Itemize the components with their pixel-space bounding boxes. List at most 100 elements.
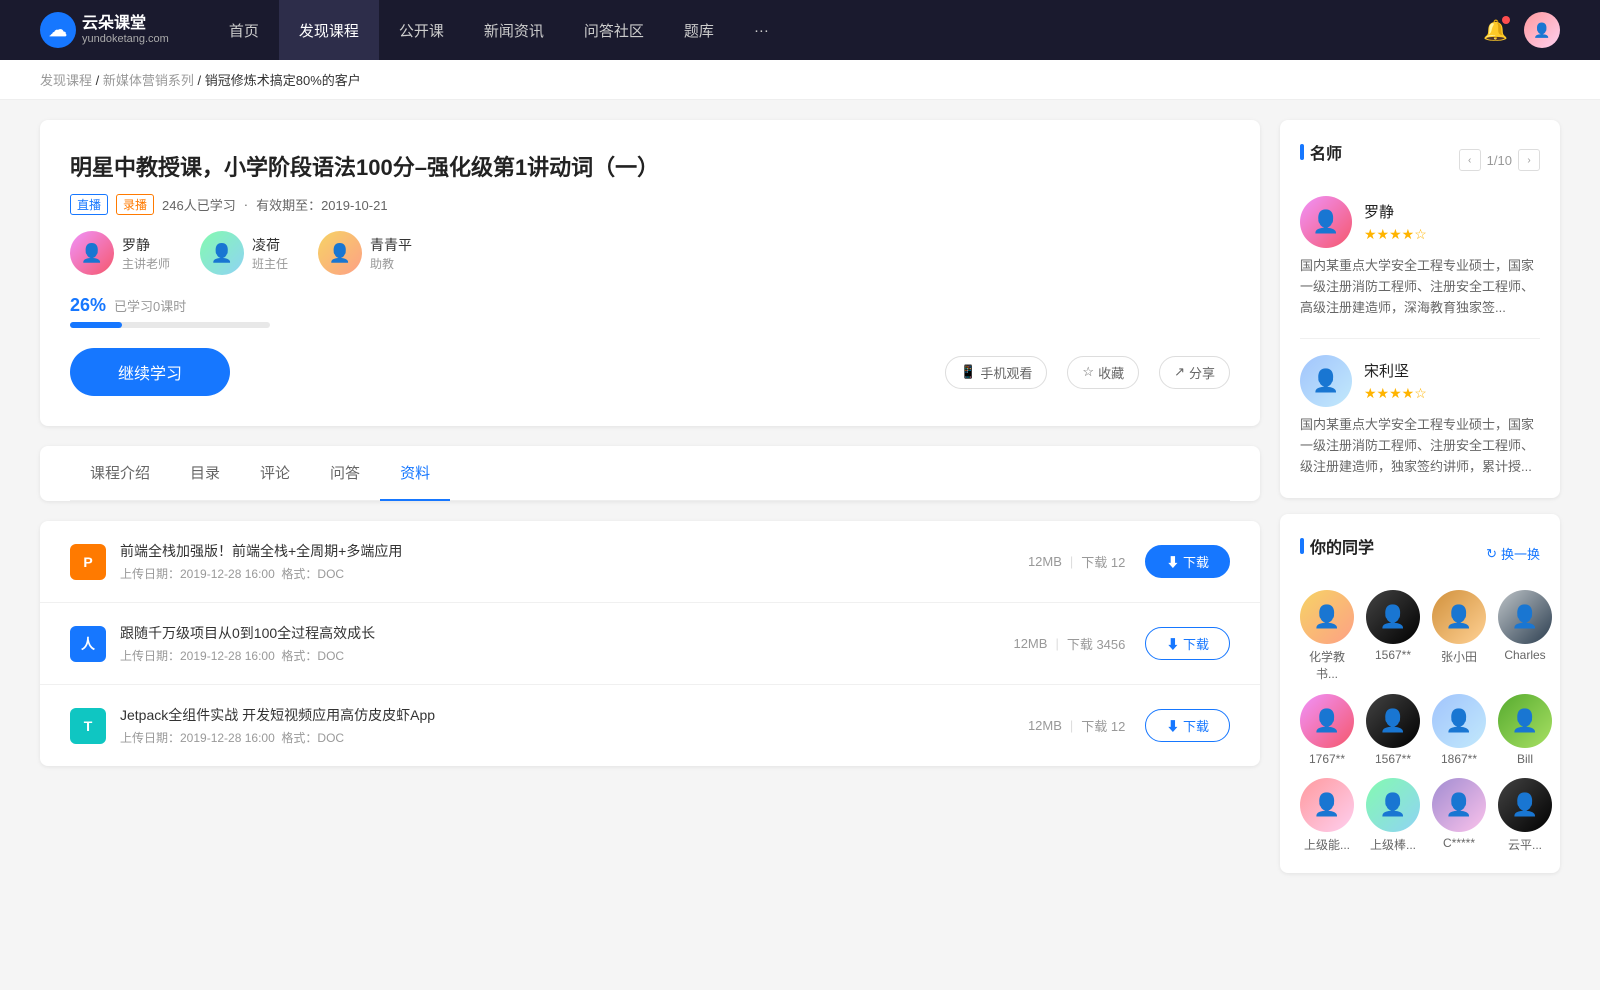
classmate-name: 1567** xyxy=(1375,648,1411,662)
teachers-list: 👤 罗静 ★★★★☆ 国内某重点大学安全工程专业硕士，国家一级注册消防工程师、注… xyxy=(1300,196,1540,478)
resource-icon: T xyxy=(70,708,106,744)
classmate-item[interactable]: 👤 C***** xyxy=(1432,778,1486,853)
prev-teacher-button[interactable]: ‹ xyxy=(1459,149,1481,171)
teacher-desc: 国内某重点大学安全工程专业硕士，国家一级注册消防工程师、注册安全工程师、高级注册… xyxy=(1300,256,1540,318)
resource-downloads: 下载 12 xyxy=(1081,716,1125,735)
share-icon: ↗ xyxy=(1174,364,1185,380)
teacher-item: 👤 罗静 ★★★★☆ 国内某重点大学安全工程专业硕士，国家一级注册消防工程师、注… xyxy=(1300,196,1540,318)
classmate-item[interactable]: 👤 1867** xyxy=(1432,694,1486,766)
teacher-info: 罗静 ★★★★☆ xyxy=(1364,201,1427,243)
logo-text: 云朵课堂 yundoketang.com xyxy=(82,14,169,46)
classmate-item[interactable]: 👤 上级棒... xyxy=(1366,778,1420,853)
course-title: 明星中教授课，小学阶段语法100分–强化级第1讲动词（一） xyxy=(70,150,1230,182)
logo[interactable]: ☁ 云朵课堂 yundoketang.com xyxy=(40,12,169,48)
resource-item: 人 跟随千万级项目从0到100全过程高效成长 上传日期：2019-12-28 1… xyxy=(40,603,1260,685)
resource-separator: | xyxy=(1070,718,1073,733)
nav-item-0[interactable]: 首页 xyxy=(209,0,279,60)
nav-item-5[interactable]: 题库 xyxy=(664,0,734,60)
resource-meta: 上传日期：2019-12-28 16:00 格式：DOC xyxy=(120,565,1028,582)
download-button[interactable]: ⬇ 下载 xyxy=(1145,709,1230,742)
right-panel: 名师 ‹ 1/10 › 👤 罗静 ★★★★☆ 国内某重点大学安全工程专业硕士，国… xyxy=(1280,120,1560,889)
download-button[interactable]: ⬇ 下载 xyxy=(1145,545,1230,578)
switch-classmates-button[interactable]: ↻ 换一换 xyxy=(1486,544,1540,563)
resource-stats: 12MB | 下载 3456 xyxy=(1013,634,1125,653)
resource-icon: 人 xyxy=(70,626,106,662)
header-right: 🔔 👤 xyxy=(1483,12,1560,48)
tab-课程介绍[interactable]: 课程介绍 xyxy=(70,446,170,501)
teacher-header: 👤 罗静 ★★★★☆ xyxy=(1300,196,1540,248)
action-icons: 📱 手机观看 ☆ 收藏 ↗ 分享 xyxy=(945,356,1230,389)
classmate-item[interactable]: 👤 1567** xyxy=(1366,590,1420,682)
resource-separator: | xyxy=(1055,636,1058,651)
resource-info: 前端全栈加强版！前端全栈+全周期+多端应用 上传日期：2019-12-28 16… xyxy=(120,541,1028,582)
phone-icon: 📱 xyxy=(960,364,976,380)
phone-watch-button[interactable]: 📱 手机观看 xyxy=(945,356,1047,389)
classmate-item[interactable]: 👤 张小田 xyxy=(1432,590,1486,682)
action-row: 继续学习 📱 手机观看 ☆ 收藏 ↗ 分享 xyxy=(70,348,1230,396)
continue-learning-button[interactable]: 继续学习 xyxy=(70,348,230,396)
classmate-name: Charles xyxy=(1504,648,1545,662)
instructor-role: 班主任 xyxy=(252,255,288,272)
resource-separator: | xyxy=(1070,554,1073,569)
resource-name: 前端全栈加强版！前端全栈+全周期+多端应用 xyxy=(120,541,1028,561)
tab-评论[interactable]: 评论 xyxy=(240,446,310,501)
star-icon: ☆ xyxy=(1082,364,1094,380)
course-learners: 246人已学习 xyxy=(162,195,236,214)
teacher-avatar: 👤 xyxy=(1300,355,1352,407)
nav-item-1[interactable]: 发现课程 xyxy=(279,0,379,60)
instructor-name: 罗静 xyxy=(122,235,170,255)
main-nav: 首页发现课程公开课新闻资讯问答社区题库··· xyxy=(209,0,1483,60)
resource-size: 12MB xyxy=(1028,718,1062,733)
resource-name: Jetpack全组件实战 开发短视频应用高仿皮皮虾App xyxy=(120,705,1028,725)
resource-name: 跟随千万级项目从0到100全过程高效成长 xyxy=(120,623,1013,643)
classmate-avatar: 👤 xyxy=(1366,694,1420,748)
instructor-name: 凌荷 xyxy=(252,235,288,255)
tab-资料[interactable]: 资料 xyxy=(380,446,450,501)
teachers-header: 名师 ‹ 1/10 › xyxy=(1300,140,1540,180)
notification-bell[interactable]: 🔔 xyxy=(1483,18,1508,43)
classmate-item[interactable]: 👤 上级能... xyxy=(1300,778,1354,853)
tab-目录[interactable]: 目录 xyxy=(170,446,240,501)
breadcrumb-link-1[interactable]: 发现课程 xyxy=(40,73,92,88)
instructor-role: 助教 xyxy=(370,255,412,272)
nav-item-3[interactable]: 新闻资讯 xyxy=(464,0,564,60)
resource-item: T Jetpack全组件实战 开发短视频应用高仿皮皮虾App 上传日期：2019… xyxy=(40,685,1260,766)
download-button[interactable]: ⬇ 下载 xyxy=(1145,627,1230,660)
classmate-name: 上级能... xyxy=(1304,836,1350,853)
resource-downloads: 下载 3456 xyxy=(1067,634,1126,653)
nav-item-4[interactable]: 问答社区 xyxy=(564,0,664,60)
classmate-avatar: 👤 xyxy=(1432,694,1486,748)
collect-button[interactable]: ☆ 收藏 xyxy=(1067,356,1139,389)
classmate-name: 张小田 xyxy=(1441,648,1477,665)
user-avatar-header[interactable]: 👤 xyxy=(1524,12,1560,48)
instructor-info: 青青平 助教 xyxy=(370,235,412,272)
resource-item: P 前端全栈加强版！前端全栈+全周期+多端应用 上传日期：2019-12-28 … xyxy=(40,521,1260,603)
next-teacher-button[interactable]: › xyxy=(1518,149,1540,171)
classmate-item[interactable]: 👤 Bill xyxy=(1498,694,1552,766)
tab-问答[interactable]: 问答 xyxy=(310,446,380,501)
classmates-section: 你的同学 ↻ 换一换 👤 化学教书... 👤 1567** 👤 张小田 👤 Ch… xyxy=(1280,514,1560,873)
progress-bar-fill xyxy=(70,322,122,328)
resource-size: 12MB xyxy=(1013,636,1047,651)
nav-item-2[interactable]: 公开课 xyxy=(379,0,464,60)
breadcrumb-link-2[interactable]: 新媒体营销系列 xyxy=(103,73,194,88)
classmate-item[interactable]: 👤 化学教书... xyxy=(1300,590,1354,682)
course-valid-until: 有效期至：2019-10-21 xyxy=(256,195,388,214)
main-layout: 明星中教授课，小学阶段语法100分–强化级第1讲动词（一） 直播 录播 246人… xyxy=(0,100,1600,909)
header: ☁ 云朵课堂 yundoketang.com 首页发现课程公开课新闻资讯问答社区… xyxy=(0,0,1600,60)
instructor-item: 👤 凌荷 班主任 xyxy=(200,231,288,275)
resource-info: Jetpack全组件实战 开发短视频应用高仿皮皮虾App 上传日期：2019-1… xyxy=(120,705,1028,746)
classmate-item[interactable]: 👤 Charles xyxy=(1498,590,1552,682)
classmate-item[interactable]: 👤 1767** xyxy=(1300,694,1354,766)
progress-bar-background xyxy=(70,322,270,328)
classmate-name: Bill xyxy=(1517,752,1533,766)
teacher-info: 宋利坚 ★★★★☆ xyxy=(1364,360,1427,402)
classmate-item[interactable]: 👤 1567** xyxy=(1366,694,1420,766)
share-button[interactable]: ↗ 分享 xyxy=(1159,356,1230,389)
resource-downloads: 下载 12 xyxy=(1081,552,1125,571)
course-info-card: 明星中教授课，小学阶段语法100分–强化级第1讲动词（一） 直播 录播 246人… xyxy=(40,120,1260,426)
classmate-avatar: 👤 xyxy=(1498,778,1552,832)
classmate-name: 1567** xyxy=(1375,752,1411,766)
classmate-item[interactable]: 👤 云平... xyxy=(1498,778,1552,853)
nav-item-6[interactable]: ··· xyxy=(734,0,789,60)
